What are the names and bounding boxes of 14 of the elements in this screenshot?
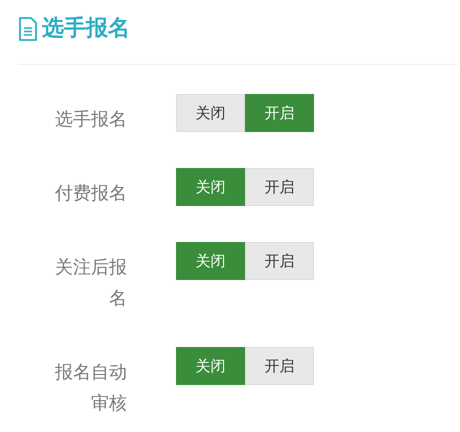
page-title: 选手报名 <box>42 15 130 43</box>
setting-label: 关注后报名 <box>54 256 127 311</box>
toggle-option[interactable]: 关闭 <box>176 168 245 206</box>
toggle-option[interactable]: 开启 <box>245 347 314 385</box>
toggle-option[interactable]: 关闭 <box>176 347 245 385</box>
setting-label: 选手报名 <box>54 108 127 132</box>
toggle-option[interactable]: 开启 <box>245 242 314 280</box>
document-icon <box>18 17 38 41</box>
setting-label: 报名自动审核 <box>54 361 127 416</box>
toggle-option[interactable]: 开启 <box>245 168 314 206</box>
setting-label: 付费报名 <box>54 182 127 206</box>
toggle-option[interactable]: 开启 <box>245 94 314 132</box>
toggle-option[interactable]: 关闭 <box>176 94 245 132</box>
toggle-option[interactable]: 关闭 <box>176 242 245 280</box>
